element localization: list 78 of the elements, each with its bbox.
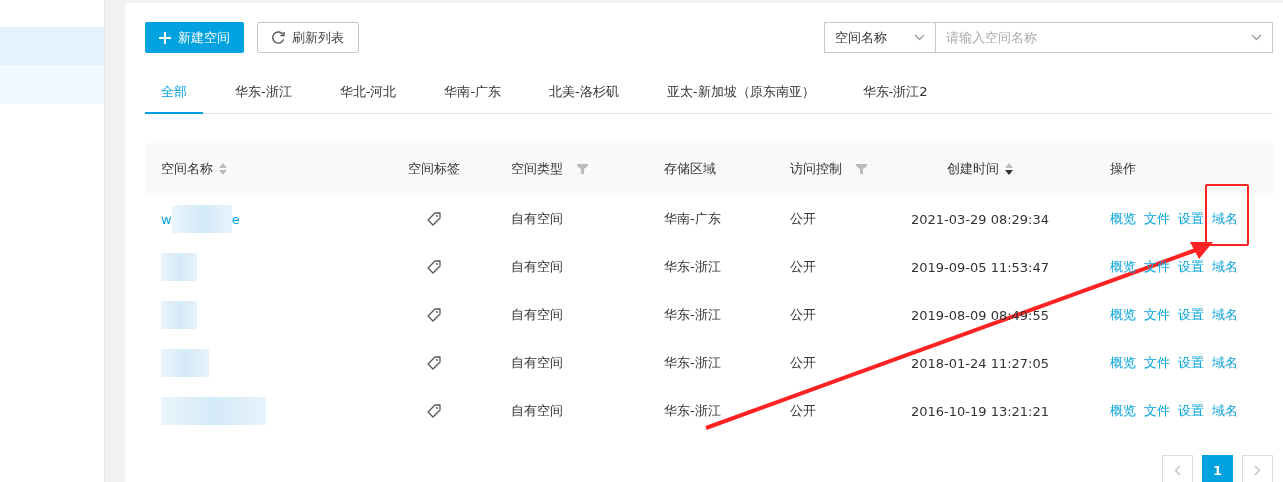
table-cell: 公开	[790, 306, 816, 324]
action-link[interactable]: 文件	[1144, 402, 1170, 420]
action-link[interactable]: 域名	[1212, 402, 1238, 420]
action-link[interactable]: 设置	[1178, 402, 1204, 420]
column-header: 空间类型	[511, 160, 563, 178]
tab[interactable]: 亚太-新加坡（原东南亚）	[650, 75, 831, 114]
table-cell: 自有空间	[511, 402, 563, 420]
search-type-select[interactable]: 空间名称	[824, 22, 936, 53]
table-cell: 华南-广东	[664, 211, 721, 226]
action-link[interactable]: 域名	[1212, 306, 1238, 324]
column-header: 空间名称	[161, 160, 213, 178]
table-cell: 华东-浙江	[664, 259, 721, 274]
table-cell: 华东-浙江	[664, 355, 721, 370]
tab[interactable]: 华北-河北	[323, 75, 413, 114]
action-link[interactable]: 概览	[1110, 402, 1136, 420]
action-link[interactable]: 设置	[1178, 354, 1204, 372]
tab[interactable]: 华南-广东	[428, 75, 518, 114]
sort-icon[interactable]	[1005, 163, 1013, 175]
search-field[interactable]: 请输入空间名称	[936, 22, 1273, 53]
table-cell: 公开	[790, 258, 816, 276]
action-link[interactable]: 文件	[1144, 210, 1170, 228]
action-link[interactable]: 域名	[1205, 184, 1249, 246]
table-cell: 2016-10-19 13:21:21	[910, 403, 1050, 419]
space-name-link[interactable]: e	[231, 211, 240, 227]
page-button[interactable]: 1	[1202, 455, 1233, 482]
table-cell: 2021-03-29 08:29:34	[910, 211, 1050, 227]
action-link[interactable]: 概览	[1110, 354, 1136, 372]
redaction-blur	[161, 301, 197, 329]
action-link[interactable]: 域名	[1212, 258, 1238, 276]
filter-icon[interactable]	[577, 164, 588, 174]
action-link[interactable]: 文件	[1144, 354, 1170, 372]
table-cell: 华东-浙江	[664, 403, 721, 418]
table-cell: 华东-浙江	[664, 307, 721, 322]
table-cell: 公开	[790, 354, 816, 372]
table-cell: 公开	[790, 402, 816, 420]
table-cell: 自有空间	[511, 210, 563, 228]
tab[interactable]: 全部	[145, 75, 203, 114]
tab[interactable]: 华东-浙江	[219, 75, 308, 114]
action-link[interactable]: 设置	[1178, 210, 1204, 228]
tag-icon[interactable]	[427, 260, 441, 274]
tag-icon[interactable]	[427, 308, 441, 322]
column-header: 操作	[1110, 160, 1136, 178]
action-link[interactable]: 概览	[1110, 258, 1136, 276]
column-header: 存储区域	[664, 161, 716, 176]
refresh-button[interactable]: 刷新列表	[257, 22, 359, 53]
action-link[interactable]: 域名	[1212, 354, 1238, 372]
column-header: 空间标签	[408, 160, 460, 178]
column-header: 创建时间	[947, 160, 999, 178]
tab[interactable]: 华东-浙江2	[846, 75, 944, 114]
column-header: 访问控制	[790, 160, 842, 178]
chevron-down-icon[interactable]	[1251, 34, 1262, 41]
tag-icon[interactable]	[427, 356, 441, 370]
tab[interactable]: 北美-洛杉矶	[533, 75, 635, 114]
chevron-right-icon	[1254, 465, 1261, 476]
table-cell: 2018-01-24 11:27:05	[910, 355, 1050, 371]
table-cell: 2019-09-05 11:53:47	[910, 259, 1050, 275]
filter-icon[interactable]	[856, 164, 867, 174]
refresh-icon	[272, 31, 285, 44]
redaction-blur	[161, 349, 209, 377]
space-name-link[interactable]: w	[161, 211, 172, 227]
plus-icon	[159, 31, 171, 44]
action-link[interactable]: 设置	[1178, 306, 1204, 324]
redaction-blur	[171, 205, 232, 233]
chevron-left-icon	[1174, 465, 1181, 476]
chevron-down-icon[interactable]	[914, 34, 925, 41]
create-button[interactable]: 新建空间	[145, 22, 244, 53]
table-cell: 自有空间	[511, 354, 563, 372]
action-link[interactable]: 文件	[1144, 306, 1170, 324]
table-cell: 自有空间	[511, 306, 563, 324]
tag-icon[interactable]	[427, 212, 441, 226]
redaction-blur	[161, 253, 197, 281]
action-link[interactable]: 概览	[1110, 306, 1136, 324]
action-link[interactable]: 概览	[1110, 210, 1136, 228]
action-link[interactable]: 文件	[1144, 258, 1170, 276]
table-cell: 公开	[790, 210, 816, 228]
table-cell: 自有空间	[511, 258, 563, 276]
action-link[interactable]: 设置	[1178, 258, 1204, 276]
tag-icon[interactable]	[427, 404, 441, 418]
